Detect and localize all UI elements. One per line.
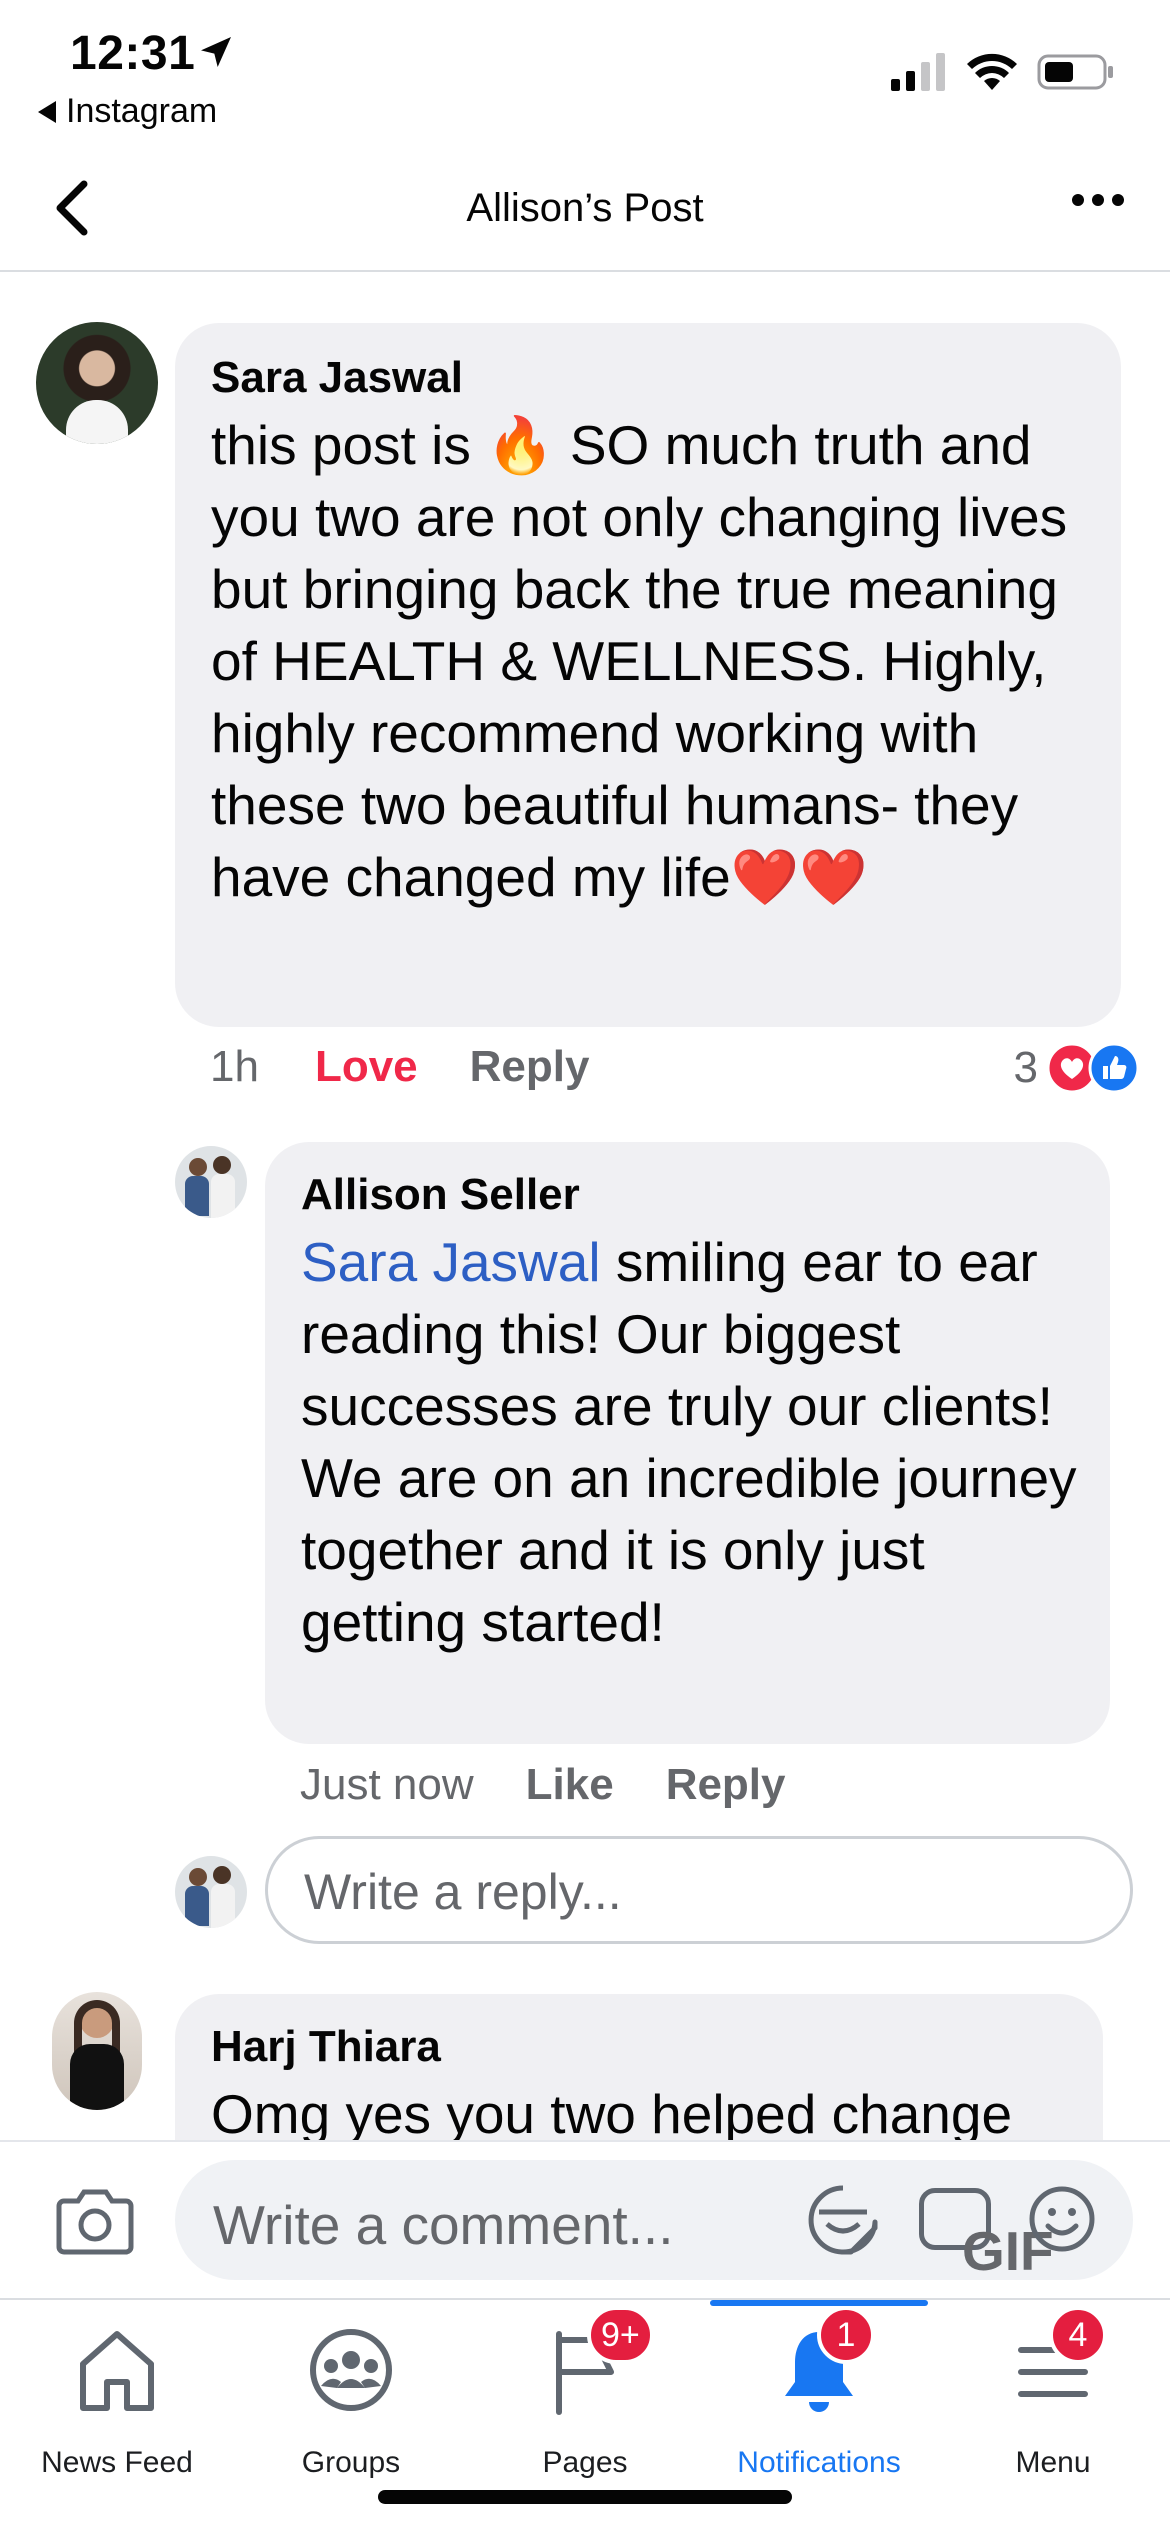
- comment-bubble-sara[interactable]: Sara Jaswal this post is 🔥 SO much truth…: [175, 323, 1121, 1027]
- pages-badge: 9+: [587, 2306, 654, 2364]
- sticker-icon[interactable]: [805, 2182, 881, 2258]
- reply-button[interactable]: Reply: [666, 1760, 786, 1810]
- gif-button[interactable]: GIF: [919, 2188, 1054, 2279]
- camera-icon[interactable]: [56, 2187, 134, 2255]
- tab-groups[interactable]: Groups: [234, 2320, 468, 2480]
- comment-bar: Write a comment... GIF: [0, 2140, 1170, 2298]
- back-to-app-link[interactable]: Instagram: [38, 92, 217, 131]
- comment-text: Sara Jaswal smiling ear to ear reading t…: [301, 1231, 1077, 1653]
- comment-author[interactable]: Harj Thiara: [211, 2022, 1091, 2072]
- home-indicator[interactable]: [378, 2490, 792, 2504]
- status-bar: 12:31 Instagram: [0, 0, 1170, 140]
- mention-link[interactable]: Sara Jaswal: [301, 1231, 601, 1293]
- tab-notifications[interactable]: 1 Notifications: [702, 2306, 936, 2480]
- comment-input[interactable]: Write a comment... GIF: [175, 2160, 1133, 2280]
- avatar-allison-seller[interactable]: [175, 1146, 247, 1218]
- avatar-sara-jaswal[interactable]: [36, 322, 158, 444]
- comment-author[interactable]: Sara Jaswal: [211, 353, 1101, 403]
- home-icon: [80, 2331, 154, 2411]
- like-reaction-icon: [1088, 1042, 1140, 1094]
- groups-icon: [310, 2329, 392, 2411]
- fire-emoji-icon: 🔥: [486, 414, 555, 476]
- page-title: Allison’s Post: [466, 186, 704, 230]
- status-indicators: [891, 52, 1115, 92]
- tab-news-feed[interactable]: News Feed: [0, 2320, 234, 2480]
- tab-label: Groups: [301, 2446, 401, 2479]
- avatar-current-user: [175, 1856, 247, 1928]
- comment-author[interactable]: Allison Seller: [301, 1170, 1091, 1220]
- menu-badge: 4: [1049, 2306, 1107, 2364]
- back-triangle-icon: [38, 100, 56, 123]
- status-time: 12:31: [70, 27, 196, 80]
- active-tab-indicator: [710, 2300, 928, 2306]
- comment-time: Just now: [300, 1760, 474, 1809]
- comment-placeholder: Write a comment...: [213, 2194, 674, 2256]
- reaction-summary[interactable]: 3: [1014, 1042, 1140, 1094]
- wifi-icon: [967, 53, 1017, 90]
- emoji-icon[interactable]: [1027, 2184, 1097, 2254]
- reaction-count: 3: [1013, 1043, 1038, 1092]
- love-reaction-button[interactable]: Love: [315, 1042, 418, 1092]
- like-button[interactable]: Like: [526, 1760, 614, 1810]
- notifications-badge: 1: [817, 2306, 875, 2364]
- tab-label: Menu: [1015, 2446, 1091, 2479]
- tab-menu[interactable]: 4 Menu: [936, 2306, 1170, 2480]
- comment-text: this post is 🔥 SO much truth and you two…: [211, 414, 1068, 908]
- post-header: Allison’s Post: [0, 150, 1170, 272]
- avatar-harj-thiara[interactable]: [52, 1992, 142, 2110]
- back-app-label: Instagram: [66, 92, 218, 130]
- reply-placeholder: Write a reply...: [304, 1864, 622, 1920]
- comment-meta-sara: 1h Love Reply 3: [210, 1042, 1140, 1094]
- comment-time: 1h: [210, 1042, 259, 1091]
- heart-emoji-icon: ❤️❤️: [730, 846, 868, 908]
- more-options-icon[interactable]: [1072, 194, 1124, 206]
- comment-bubble-allison[interactable]: Allison Seller Sara Jaswal smiling ear t…: [265, 1142, 1110, 1744]
- reply-input[interactable]: Write a reply...: [265, 1836, 1133, 1944]
- cellular-signal-icon: [891, 53, 945, 91]
- tab-pages[interactable]: 9+ Pages: [468, 2306, 702, 2480]
- location-arrow-icon: [201, 37, 231, 67]
- tab-label: Notifications: [737, 2446, 901, 2479]
- tab-label: News Feed: [41, 2446, 193, 2479]
- reply-button[interactable]: Reply: [470, 1042, 590, 1092]
- comment-meta-allison: Just now Like Reply: [300, 1760, 786, 1810]
- tab-label: Pages: [542, 2446, 628, 2479]
- battery-icon: [1037, 54, 1113, 90]
